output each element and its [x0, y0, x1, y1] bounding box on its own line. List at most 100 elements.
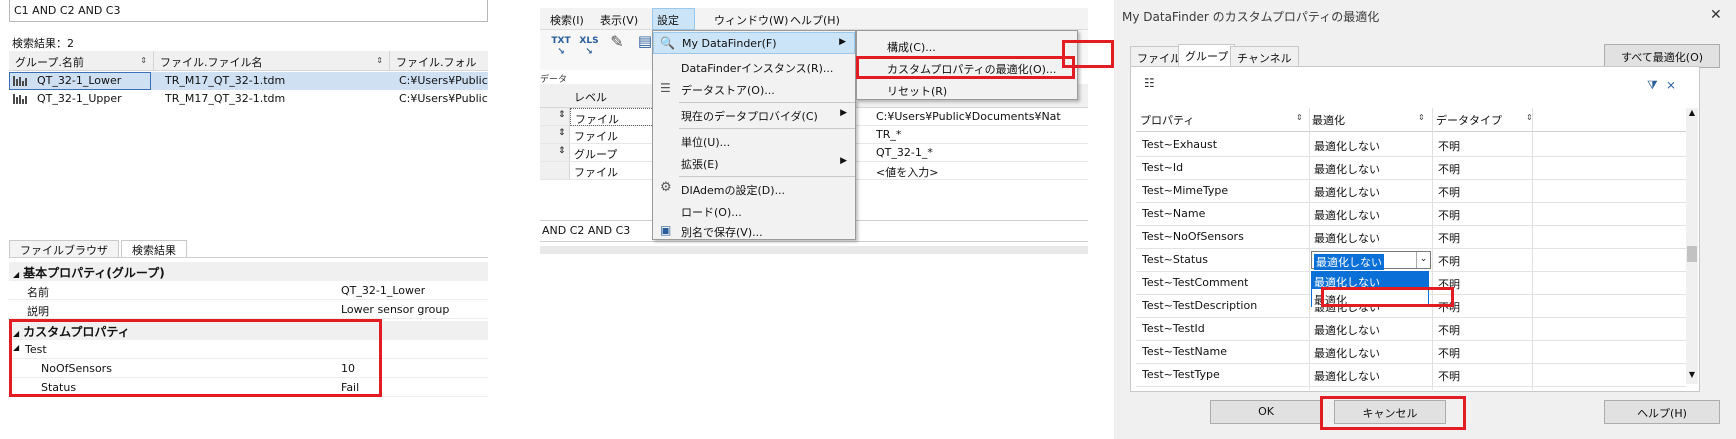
row-folder: C:¥Users¥Public¥ [399, 92, 488, 105]
menu-settings[interactable]: 設定(S) [652, 8, 695, 41]
menu-item-save-as[interactable]: ▣ 別名で保存(V)... [653, 220, 855, 242]
table-row[interactable]: Test~TestType 最適化しない 不明 [1136, 364, 1686, 387]
sort-icon: ⇕ [140, 56, 147, 65]
scrollbar-thumb[interactable] [1687, 246, 1697, 262]
tab-channel[interactable]: チャンネル [1230, 46, 1299, 66]
table-row[interactable]: Test~MimeType 最適化しない 不明 [1136, 180, 1686, 203]
chevron-down-icon[interactable]: ⌄ [1416, 252, 1430, 268]
gear-icon: ⚙ [660, 180, 672, 195]
menu-item-load[interactable]: ロード(O)... [653, 200, 855, 222]
basic-properties-header[interactable]: ◢ 基本プロパティ(グループ) [9, 262, 488, 281]
clear-filter-icon[interactable]: ⨯ [1666, 78, 1676, 92]
row-optimize[interactable]: 最適化しない [1314, 230, 1380, 246]
table-row[interactable]: Test~NoOfSensors 最適化しない 不明 [1136, 226, 1686, 249]
column-header-group-name[interactable]: グループ.名前 ⇕ [9, 51, 154, 71]
row-data-type: 不明 [1438, 324, 1460, 337]
close-icon[interactable]: ✕ [1710, 7, 1722, 23]
property-row-name[interactable]: 名前 QT_32-1_Lower [9, 281, 488, 300]
row-optimize[interactable]: 最適化しない [1314, 184, 1380, 200]
dialog-title: My DataFinder のカスタムプロパティの最適化 [1122, 10, 1380, 24]
row-optimize[interactable]: 最適化しない [1314, 161, 1380, 177]
menu-item-datastore[interactable]: ☰ データストア(O)... [653, 78, 855, 100]
dropdown-selected-value: 最適化しない [1314, 254, 1384, 270]
ok-button[interactable]: OK [1210, 400, 1322, 424]
sort-icon: ⇕ [558, 146, 566, 156]
sort-icon: ⇕ [1418, 113, 1425, 122]
edit-icon[interactable]: ✎ [604, 34, 630, 64]
menu-item-label: リセット(R) [887, 85, 948, 98]
column-header-file-name[interactable]: ファイル.ファイル名 ⇕ [154, 51, 390, 71]
tab-group[interactable]: グループ [1178, 44, 1236, 67]
row-optimize[interactable]: 最適化しない [1314, 322, 1380, 338]
menu-help[interactable]: ヘルプ(H) [786, 11, 844, 29]
menu-view[interactable]: 表示(V) [596, 11, 642, 29]
menu-item-units[interactable]: 単位(U)... [653, 130, 855, 152]
property-label: 名前 [27, 286, 49, 299]
row-optimize[interactable]: 最適化しない [1314, 207, 1380, 223]
header-property[interactable]: プロパティ [1140, 112, 1194, 128]
search-icon: 🔍 [660, 36, 675, 50]
row-data-type: 不明 [1438, 163, 1460, 176]
section-title: 基本プロパティ(グループ) [23, 266, 165, 280]
menu-item-diadem-settings[interactable]: ⚙ DIAdemの設定(D)... [653, 178, 855, 200]
row-file-name: TR_M17_QT_32-1.tdm [165, 74, 286, 87]
table-row[interactable]: Test~Exhaust 最適化しない 不明 [1136, 134, 1686, 157]
table-row[interactable]: Test~TestName 最適化しない 不明 [1136, 341, 1686, 364]
horizontal-scrollbar[interactable] [540, 246, 1088, 254]
help-button[interactable]: ヘルプ(H) [1604, 400, 1720, 424]
optimize-custom-properties-dialog: My DataFinder のカスタムプロパティの最適化 ✕ すべて最適化(O)… [1114, 0, 1736, 439]
selection-outline [9, 72, 151, 90]
row-property: Test~TestId [1142, 322, 1205, 335]
export-xls-button[interactable]: XLS ↘ [576, 36, 602, 64]
menu-item-reset[interactable]: リセット(R) [857, 79, 1077, 101]
header-optimize[interactable]: 最適化 [1312, 112, 1345, 128]
scroll-down-icon[interactable]: ▼ [1686, 370, 1698, 379]
filter-icon[interactable]: ⧩ [1647, 78, 1658, 93]
group-icon [13, 94, 29, 104]
row-folder: C:¥Users¥Public¥ [399, 74, 488, 87]
row-property: Test~MimeType [1142, 184, 1229, 197]
table-row[interactable]: Test~Status 最適化しない ⌄ 不明 [1136, 249, 1686, 272]
column-header-folder[interactable]: ファイル.フォルダ [390, 51, 488, 85]
menu-window[interactable]: ウィンドウ(W) [710, 11, 792, 29]
menu-item-my-datafinder[interactable]: 🔍 My DataFinder(F) ▶ [653, 32, 855, 54]
tab-file-browser[interactable]: ファイルブラウザ [9, 240, 119, 257]
optimize-all-button[interactable]: すべて最適化(O) [1604, 44, 1720, 68]
menu-separator [679, 128, 855, 129]
row-level: ファイル [574, 130, 618, 143]
highlight-box [1320, 396, 1466, 430]
vertical-scrollbar[interactable]: ▲ ▼ [1686, 108, 1698, 384]
menu-search[interactable]: 検索(I) [546, 11, 588, 29]
menu-item-data-provider[interactable]: 現在のデータプロバイダ(C) ▶ [653, 104, 855, 126]
property-row-description[interactable]: 説明 Lower sensor group [9, 300, 488, 319]
list-view-icon[interactable]: ☷ [1144, 76, 1155, 90]
menu-item-label: 単位(U)... [681, 136, 731, 149]
row-optimize[interactable]: 最適化しない [1314, 368, 1380, 384]
menu-item-label: My DataFinder(F) [682, 37, 777, 50]
highlight-box [9, 319, 382, 397]
button-label: XLS [579, 36, 599, 46]
row-optimize[interactable]: 最適化しない [1314, 345, 1380, 361]
save-icon: ▣ [660, 223, 672, 237]
row-property: Test~TestType [1142, 368, 1220, 381]
menu-item-label: DataFinderインスタンス(R)... [681, 62, 834, 75]
table-row[interactable]: Test~Id 最適化しない 不明 [1136, 157, 1686, 180]
menu-item-extensions[interactable]: 拡張(E) ▶ [653, 152, 855, 174]
table-row[interactable]: Test~Name 最適化しない 不明 [1136, 203, 1686, 226]
menu-item-datafinder-instance[interactable]: DataFinderインスタンス(R)... [653, 56, 855, 78]
table-row[interactable]: QT_32-1_Upper TR_M17_QT_32-1.tdm C:¥User… [9, 90, 488, 108]
search-query-field[interactable]: C1 AND C2 AND C3 [9, 0, 488, 22]
menu-item-configure[interactable]: 構成(C)... [857, 35, 1077, 57]
tab-search-results[interactable]: 検索結果 [121, 240, 187, 257]
menu-item-label: 現在のデータプロバイダ(C) [681, 110, 818, 123]
row-optimize[interactable]: 最適化しない [1314, 138, 1380, 154]
export-txt-button[interactable]: TXT ↘ [548, 36, 574, 64]
header-data-type[interactable]: データタイプ [1436, 112, 1502, 128]
row-file-name: TR_M17_QT_32-1.tdm [165, 92, 286, 105]
row-property: Test~Status [1142, 253, 1208, 266]
row-level: グループ [574, 148, 618, 161]
table-row[interactable]: Test~TestId 最適化しない 不明 [1136, 318, 1686, 341]
scroll-up-icon[interactable]: ▲ [1686, 108, 1698, 117]
highlight-box [856, 56, 1075, 79]
optimize-dropdown[interactable]: 最適化しない ⌄ [1311, 251, 1431, 270]
